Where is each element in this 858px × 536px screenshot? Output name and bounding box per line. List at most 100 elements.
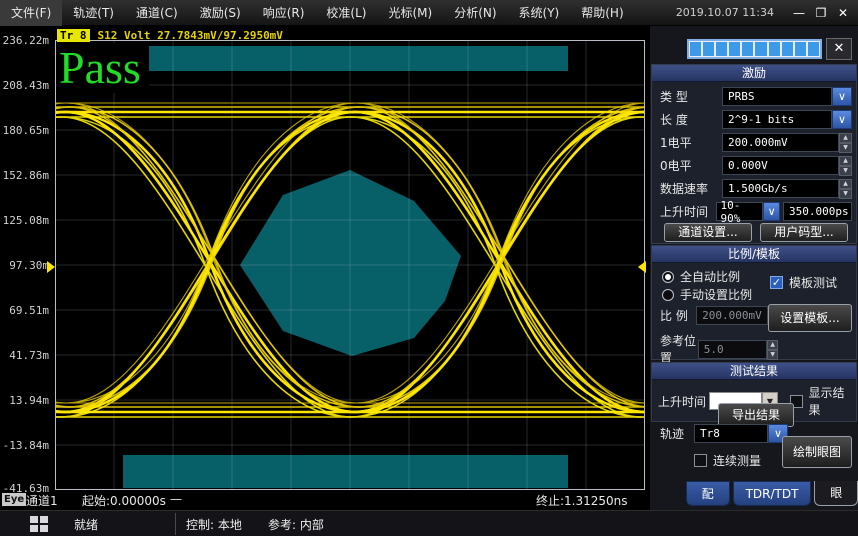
menu-analysis[interactable]: 分析(N)	[443, 0, 507, 26]
ref-position-stepper[interactable]: ▲▼	[767, 340, 778, 359]
close-icon[interactable]: ✕	[832, 0, 854, 26]
trace-measurement-text: S12 Volt 27.7843mV/97.2950mV	[98, 29, 283, 42]
tab-eye-diagram[interactable]: 眼图	[814, 481, 858, 506]
level-marker-left-icon[interactable]	[47, 261, 55, 273]
length-select[interactable]: 2^9-1 bits	[722, 110, 832, 129]
channel-label: 通道1	[26, 492, 58, 509]
scale-input[interactable]: 200.000mV	[696, 306, 768, 325]
auto-scale-label: 全自动比例	[680, 268, 740, 285]
app-window: 文件(F) 轨迹(T) 通道(C) 激励(S) 响应(R) 校准(L) 光标(M…	[0, 0, 858, 536]
zero-level-input[interactable]: 0.000V	[722, 156, 839, 175]
draw-eye-button[interactable]: 绘制眼图	[782, 436, 852, 468]
eye-mode-badge: Eye	[2, 493, 26, 506]
scale-dash: —	[170, 492, 182, 506]
menu-calibration[interactable]: 校准(L)	[315, 0, 377, 26]
spin-down-icon[interactable]: ▼	[839, 143, 852, 153]
statusbar: 就绪 控制: 本地 参考: 内部	[0, 510, 858, 536]
data-rate-input[interactable]: 1.500Gb/s	[722, 179, 839, 198]
data-rate-stepper[interactable]: ▲▼	[839, 179, 852, 198]
y-axis-label: 69.51m	[0, 304, 49, 317]
eye-diagram-plot[interactable]	[55, 40, 645, 490]
manual-scale-label: 手动设置比例	[680, 286, 752, 303]
rise-time-input[interactable]: 350.000ps	[783, 202, 852, 221]
panel-close-icon[interactable]: ✕	[826, 38, 852, 60]
type-label: 类 型	[660, 88, 722, 105]
menu-file[interactable]: 文件(F)	[0, 0, 62, 26]
menu-marker[interactable]: 光标(M)	[377, 0, 443, 26]
type-select[interactable]: PRBS	[722, 87, 832, 106]
y-axis-label: 236.22m	[0, 34, 49, 47]
results-section-title: 测试结果	[652, 363, 856, 380]
y-axis-label: 180.65m	[0, 124, 49, 137]
restore-icon[interactable]: ❐	[810, 0, 832, 26]
set-template-button[interactable]: 设置模板...	[768, 304, 852, 332]
one-level-input[interactable]: 200.000mV	[722, 133, 839, 152]
start-time-label: 起始:0.00000s	[82, 492, 166, 509]
menu-help[interactable]: 帮助(H)	[570, 0, 634, 26]
chevron-down-icon[interactable]: ∨	[832, 87, 852, 106]
time-scale-row: Eye 通道1 起始:0.00000s — 终止:1.31250ns	[0, 491, 648, 510]
zero-level-label: 0电平	[660, 157, 722, 174]
spin-up-icon[interactable]: ▲	[839, 133, 852, 143]
mask-bottom-bar	[123, 455, 568, 488]
minimize-icon[interactable]: —	[788, 0, 810, 26]
y-axis-label: 152.86m	[0, 169, 49, 182]
mask-top-bar	[123, 46, 568, 71]
result-rise-time-label: 上升时间	[658, 393, 709, 410]
zero-level-stepper[interactable]: ▲▼	[839, 156, 852, 175]
spin-up-icon[interactable]: ▲	[839, 156, 852, 166]
manual-scale-radio[interactable]	[662, 289, 674, 301]
scale-section-title: 比例/模板	[652, 246, 856, 263]
one-level-label: 1电平	[660, 134, 722, 151]
menu-system[interactable]: 系统(Y)	[508, 0, 571, 26]
level-marker-right-icon[interactable]	[638, 261, 646, 273]
tab-config[interactable]: 配置	[686, 481, 730, 506]
chevron-down-icon[interactable]: ∨	[832, 110, 852, 129]
spin-up-icon[interactable]: ▲	[767, 340, 778, 350]
y-axis-label: 97.30m	[0, 259, 49, 272]
y-axis-label: 41.73m	[0, 349, 49, 362]
test-results-section: 测试结果 上升时间 ▼ 显示结果 导出结果	[651, 362, 857, 422]
data-rate-label: 数据速率	[660, 180, 722, 197]
stop-time-label: 终止:1.31250ns	[536, 492, 628, 509]
chevron-down-icon[interactable]: ∨	[763, 202, 780, 221]
app-grid-icon[interactable]	[30, 516, 48, 532]
scale-label: 比 例	[660, 307, 696, 324]
auto-scale-radio[interactable]	[662, 271, 674, 283]
y-axis-label: 125.08m	[0, 214, 49, 227]
mask-test-verdict: Pass	[57, 43, 149, 93]
ref-position-input[interactable]: 5.0	[698, 340, 768, 359]
continuous-measure-checkbox[interactable]	[694, 454, 707, 467]
trace-label: 轨迹	[660, 425, 694, 442]
length-label: 长 度	[660, 111, 722, 128]
ready-status: 就绪	[74, 516, 98, 533]
tab-tdr-tdt[interactable]: TDR/TDT	[733, 481, 812, 506]
progress-bar	[687, 39, 822, 59]
reference-status: 参考: 内部	[268, 516, 324, 533]
spin-down-icon[interactable]: ▼	[839, 166, 852, 176]
y-axis-label: -13.84m	[0, 439, 49, 452]
rise-time-label: 上升时间	[660, 203, 716, 220]
menu-response[interactable]: 响应(R)	[252, 0, 316, 26]
menu-channel[interactable]: 通道(C)	[125, 0, 189, 26]
y-axis-label: 208.43m	[0, 79, 49, 92]
trace-select[interactable]: Tr8	[694, 424, 768, 443]
datetime-display: 2019.10.07 11:34	[676, 6, 788, 19]
menu-stimulus[interactable]: 激励(S)	[189, 0, 252, 26]
spin-down-icon[interactable]: ▼	[767, 350, 778, 360]
user-pattern-button[interactable]: 用户码型...	[760, 223, 848, 242]
one-level-stepper[interactable]: ▲▼	[839, 133, 852, 152]
menu-trace[interactable]: 轨迹(T)	[62, 0, 125, 26]
control-panel: ✕ 激励 类 型 PRBS ∨ 长 度 2^9-1 bits ∨ 1电平 200…	[650, 26, 858, 510]
titlebar: 文件(F) 轨迹(T) 通道(C) 激励(S) 响应(R) 校准(L) 光标(M…	[0, 0, 858, 26]
trace-info: Tr 8 S12 Volt 27.7843mV/97.2950mV	[57, 28, 283, 42]
ref-position-label: 参考位置	[660, 332, 698, 366]
trace-badge[interactable]: Tr 8	[57, 29, 90, 42]
rise-range-select[interactable]: 10-90%	[716, 202, 763, 221]
spin-down-icon[interactable]: ▼	[839, 189, 852, 199]
mask-test-checkbox[interactable]: ✓	[770, 276, 783, 289]
stimulus-section: 激励 类 型 PRBS ∨ 长 度 2^9-1 bits ∨ 1电平 200.0…	[651, 64, 857, 244]
status-separator	[175, 513, 176, 535]
spin-up-icon[interactable]: ▲	[839, 179, 852, 189]
channel-settings-button[interactable]: 通道设置...	[664, 223, 752, 242]
